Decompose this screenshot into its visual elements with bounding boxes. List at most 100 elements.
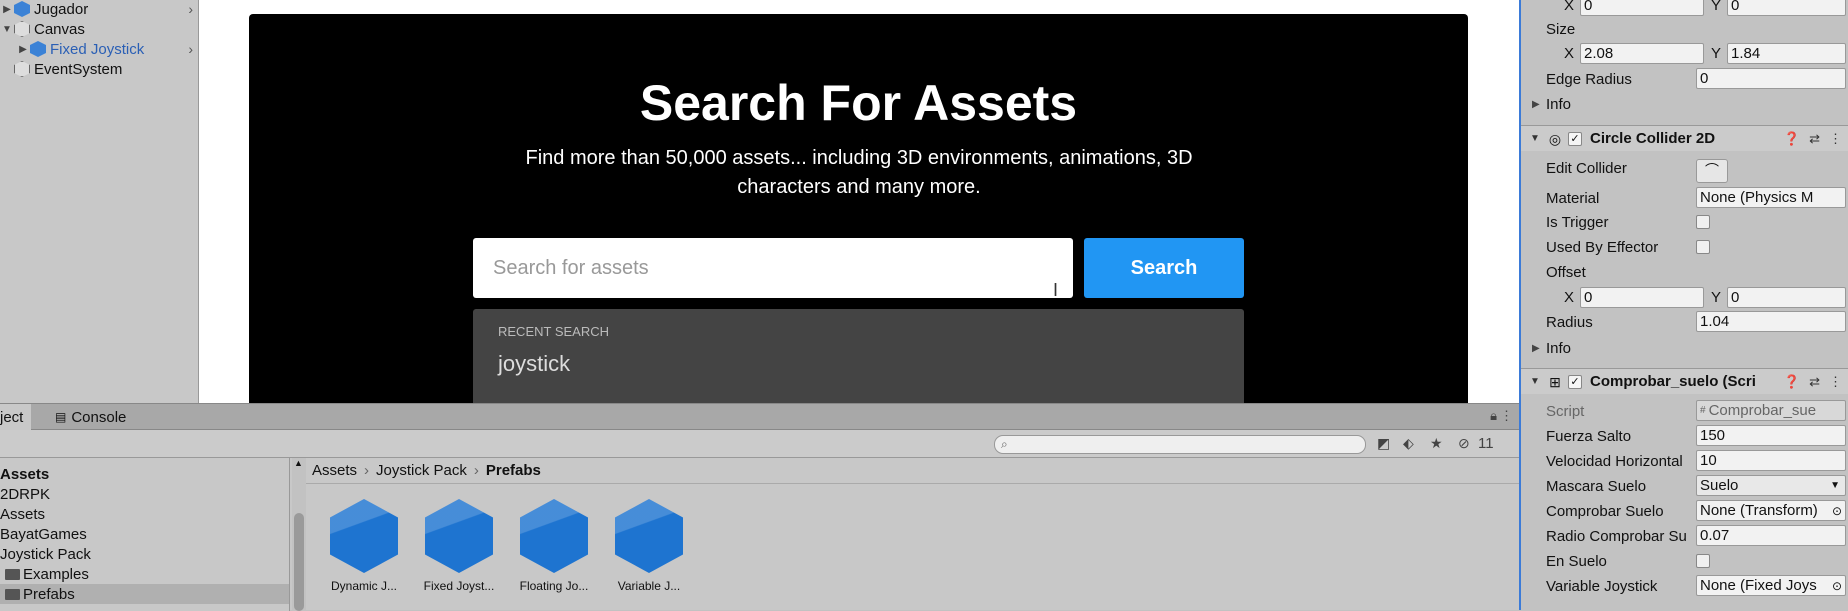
filter-by-type-icon[interactable]: ◩ [1377,435,1390,452]
collapse-arrow-icon[interactable]: ▼ [1530,133,1542,144]
more-options-icon[interactable]: ⋮ [1829,374,1842,390]
breadcrumb-item[interactable]: Joystick Pack [376,462,467,479]
edit-collider-button[interactable]: ⌒ [1696,159,1728,183]
dropdown-arrow-icon: ▼ [1830,480,1840,491]
fuerza-salto-label: Fuerza Salto [1546,427,1632,445]
expand-arrow-icon[interactable]: ▶ [0,4,14,15]
recent-search-item[interactable]: joystick [498,351,570,377]
page-title: Search For Assets [639,75,1078,131]
circle-collider-header[interactable]: ▼ ◎ ✓ Circle Collider 2D ❓ ⇄ ⋮ [1521,125,1848,151]
asset-item[interactable]: Variable J... [603,499,695,593]
edge-radius-field[interactable]: 0 [1696,68,1846,89]
lock-icon[interactable]: 🔒︎ [1490,408,1497,424]
material-label: Material [1546,189,1600,207]
used-by-effector-checkbox[interactable] [1696,240,1710,254]
info-foldout[interactable]: ▶ Info [1532,338,1571,358]
search-placeholder: Search for assets [493,256,649,279]
tab-project[interactable]: ject [0,404,32,430]
scrollbar-thumb[interactable] [294,513,304,611]
filter-by-label-icon[interactable]: ⬖ [1403,435,1414,452]
variable-joystick-value: None (Fixed Joys [1700,577,1817,594]
asset-item[interactable]: Floating Jo... [508,499,600,593]
gameobject-icon [14,21,30,37]
offset-x-field[interactable]: 0 [1580,0,1704,16]
x-label: X [1564,289,1575,306]
component-enabled-checkbox[interactable]: ✓ [1568,374,1582,389]
info-label: Info [1546,95,1572,113]
tree-item-assets-root[interactable]: Assets [0,464,49,484]
radio-comprobar-field[interactable]: 0.07 [1696,525,1846,546]
collapse-arrow-icon[interactable]: ▼ [0,24,14,35]
asset-item[interactable]: Dynamic J... [318,499,410,593]
is-trigger-checkbox[interactable] [1696,215,1710,229]
search-input[interactable]: Search for assets [473,238,1073,298]
help-icon[interactable]: ❓ [1784,374,1800,390]
variable-joystick-field[interactable]: None (Fixed Joys ⊙ [1696,575,1846,596]
tree-item-label: Assets [0,505,46,523]
fuerza-salto-field[interactable]: 150 [1696,425,1846,446]
folder-icon [5,588,20,600]
offset-y-field[interactable]: 0 [1727,0,1846,16]
size-y-field[interactable]: 1.84 [1727,43,1846,64]
asset-item[interactable]: Fixed Joyst... [413,499,505,593]
inspector-panel: X 0 Y 0 Size X 2.08 Y 1.84 Edge Radius 0… [1519,0,1848,610]
offset-y-field[interactable]: 0 [1727,287,1846,308]
console-icon: ▤ [55,410,67,424]
x-label: X [1564,0,1575,14]
more-options-icon[interactable]: ⋮ [1829,131,1842,147]
chevron-right-icon: › [473,462,479,479]
script-component-header[interactable]: ▼ ⊞ ✓ Comprobar_suelo (Scri ❓ ⇄ ⋮ [1521,368,1848,394]
expand-arrow-icon[interactable]: ▶ [16,44,30,55]
preset-icon[interactable]: ⇄ [1809,131,1820,147]
script-icon: ⊞ [1549,373,1561,390]
en-suelo-checkbox[interactable] [1696,554,1710,568]
velocidad-horizontal-field[interactable]: 10 [1696,450,1846,471]
variable-joystick-label: Variable Joystick [1546,577,1658,595]
y-label: Y [1711,0,1722,14]
tree-item-2drpk[interactable]: 2DRPK [0,484,50,504]
component-enabled-checkbox[interactable]: ✓ [1568,131,1582,146]
breadcrumb-item-current[interactable]: Prefabs [486,462,541,479]
project-panel: ject ▤ Console 🔒︎ ⋮ ⌕ ◩ ⬖ ★ ⊘ 11 Assets … [0,403,1519,611]
recent-search-dropdown: RECENT SEARCH joystick [473,309,1244,403]
comprobar-suelo-field[interactable]: None (Transform) ⊙ [1696,500,1846,521]
hierarchy-item-eventsystem[interactable]: EventSystem [0,59,198,79]
material-field[interactable]: None (Physics M [1696,187,1846,208]
offset-label: Offset [1546,263,1586,281]
tree-item-examples[interactable]: Examples [5,564,89,584]
help-icon[interactable]: ❓ [1784,131,1800,147]
scroll-up-icon[interactable]: ▲ [294,458,303,468]
offset-x-field[interactable]: 0 [1580,287,1704,308]
chevron-right-icon[interactable]: › [188,1,193,17]
more-options-icon[interactable]: ⋮ [1500,408,1513,424]
folder-icon [5,568,20,580]
asset-label: Fixed Joyst... [423,579,495,593]
recent-search-label: RECENT SEARCH [498,324,610,339]
hierarchy-item-fixed-joystick[interactable]: ▶ Fixed Joystick › [0,39,198,59]
mascara-suelo-dropdown[interactable]: Suelo ▼ [1696,475,1846,496]
tree-scrollbar[interactable]: ▲ [292,458,306,611]
size-x-field[interactable]: 2.08 [1580,43,1704,64]
hidden-packages-icon[interactable]: ⊘ [1458,435,1470,452]
mascara-suelo-label: Mascara Suelo [1546,477,1647,495]
search-button[interactable]: Search [1084,238,1244,298]
collapse-arrow-icon[interactable]: ▼ [1530,376,1542,387]
prefab-cube-icon [30,41,46,57]
hierarchy-item-jugador[interactable]: ▶ Jugador › [0,0,198,19]
project-search-input[interactable]: ⌕ [994,435,1366,454]
tree-item-prefabs[interactable]: Prefabs [0,584,289,604]
favorite-star-icon[interactable]: ★ [1430,435,1443,452]
tree-item-assets[interactable]: Assets [0,504,45,524]
object-picker-icon[interactable]: ⊙ [1832,504,1842,518]
tree-item-bayatgames[interactable]: BayatGames [0,524,87,544]
tree-item-joystick-pack[interactable]: Joystick Pack [0,544,91,564]
hierarchy-item-canvas[interactable]: ▼ Canvas [0,19,198,39]
chevron-right-icon[interactable]: › [188,41,193,57]
object-picker-icon[interactable]: ⊙ [1832,579,1842,593]
tab-console[interactable]: ▤ Console [47,404,134,430]
radius-field[interactable]: 1.04 [1696,311,1846,332]
info-foldout[interactable]: ▶ Info [1532,94,1571,114]
breadcrumb-item[interactable]: Assets [312,462,357,479]
chevron-right-icon: › [364,462,370,479]
preset-icon[interactable]: ⇄ [1809,374,1820,390]
